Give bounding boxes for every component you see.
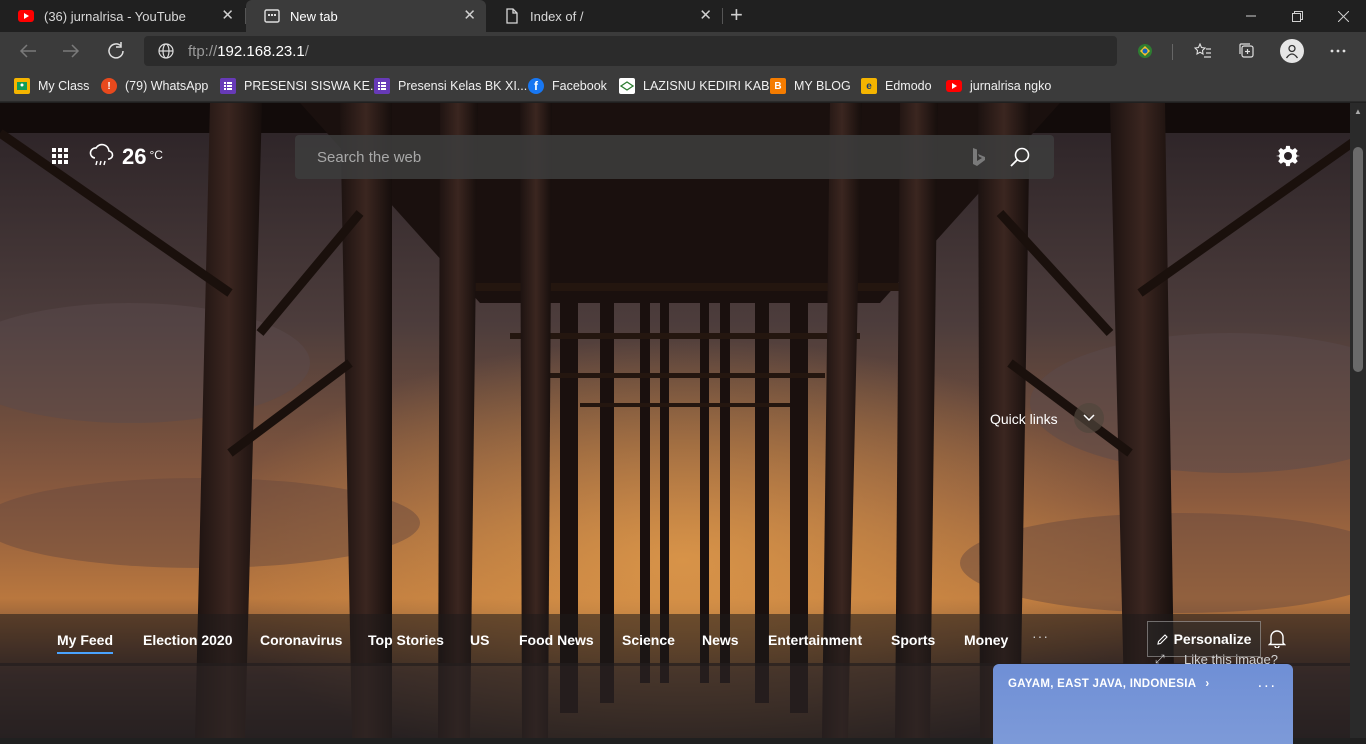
- bookmark-lazisnu[interactable]: LAZISNU KEDIRI KAB: [619, 77, 769, 95]
- alert-icon: !: [101, 78, 117, 94]
- feed-tab-election-2020[interactable]: Election 2020: [143, 632, 233, 648]
- close-tab-icon[interactable]: ✕: [463, 8, 476, 24]
- scrollbar-thumb[interactable]: [1353, 147, 1363, 372]
- feed-tab-news[interactable]: News: [702, 632, 739, 648]
- new-tab-button[interactable]: +: [730, 4, 743, 26]
- document-icon: [504, 8, 520, 24]
- feed-more-button[interactable]: ···: [1032, 628, 1049, 644]
- refresh-button[interactable]: [104, 39, 128, 63]
- rain-cloud-icon: [88, 142, 114, 173]
- bookmark-label: (79) WhatsApp: [125, 79, 209, 93]
- youtube-icon: [946, 78, 962, 94]
- tab-new-tab[interactable]: New tab ✕: [246, 0, 486, 32]
- weather-unit: °C: [149, 148, 163, 162]
- browser-toolbar: ftp://192.168.23.1/: [0, 32, 1366, 70]
- feed-tab-top-stories[interactable]: Top Stories: [368, 632, 444, 648]
- close-tab-icon[interactable]: ✕: [221, 8, 234, 24]
- favorites-icon[interactable]: [1192, 40, 1214, 62]
- youtube-icon: [18, 8, 34, 24]
- feed-tab-coronavirus[interactable]: Coronavirus: [260, 632, 342, 648]
- card-more-button[interactable]: ...: [1258, 674, 1277, 692]
- bookmark-facebook[interactable]: f Facebook: [528, 77, 607, 95]
- notification-bell-icon[interactable]: [1267, 628, 1287, 653]
- search-icon[interactable]: [1009, 146, 1031, 173]
- web-search-box[interactable]: Search the web: [295, 135, 1054, 179]
- tab-title: Index of /: [530, 8, 584, 24]
- address-url: ftp://192.168.23.1/: [188, 43, 309, 60]
- bookmark-label: LAZISNU KEDIRI KAB: [643, 79, 770, 93]
- search-placeholder: Search the web: [317, 149, 422, 166]
- tab-title: (36) jurnalrisa - YouTube: [44, 8, 186, 24]
- weather-widget[interactable]: 26 °C: [88, 142, 163, 172]
- toolbar-divider: [1172, 44, 1173, 60]
- tab-divider: [722, 8, 723, 24]
- bing-logo-icon: [971, 147, 987, 172]
- bookmark-jurnalrisa[interactable]: jurnalrisa ngko: [946, 77, 1051, 95]
- new-tab-page-icon: [264, 8, 280, 24]
- feed-tab-my-feed[interactable]: My Feed: [57, 632, 114, 654]
- bookmark-my-class[interactable]: My Class: [14, 77, 89, 95]
- form-icon: [374, 78, 390, 94]
- location-text: GAYAM, EAST JAVA, INDONESIA: [1008, 678, 1196, 690]
- feed-tab-money[interactable]: Money: [964, 632, 1008, 648]
- bookmark-edmodo[interactable]: e Edmodo: [861, 77, 932, 95]
- collections-icon[interactable]: [1236, 40, 1258, 62]
- bookmark-my-blog[interactable]: B MY BLOG: [770, 77, 851, 95]
- bookmark-label: My Class: [38, 79, 90, 93]
- close-tab-icon[interactable]: ✕: [699, 8, 712, 24]
- location-weather-card[interactable]: GAYAM, EAST JAVA, INDONESIA › ...: [993, 664, 1293, 744]
- feed-tab-science[interactable]: Science: [622, 632, 675, 648]
- form-icon: [220, 78, 236, 94]
- page-settings-gear-icon[interactable]: [1276, 144, 1300, 175]
- feed-tab-entertainment[interactable]: Entertainment: [768, 632, 862, 648]
- close-window-button[interactable]: [1320, 0, 1366, 32]
- bookmark-label: Edmodo: [885, 79, 932, 93]
- more-menu-icon[interactable]: [1327, 40, 1349, 62]
- scroll-up-icon[interactable]: ▲: [1354, 107, 1362, 116]
- url-path: /: [304, 43, 309, 60]
- page-scrollbar[interactable]: ▲: [1350, 103, 1366, 738]
- chevron-down-icon: [1083, 409, 1095, 427]
- blogger-icon: B: [770, 78, 786, 94]
- forward-button[interactable]: [59, 39, 83, 63]
- profile-avatar-icon[interactable]: [1280, 39, 1304, 63]
- weather-temperature: 26: [122, 144, 147, 169]
- site-icon: [619, 78, 635, 94]
- minimize-button[interactable]: [1228, 0, 1274, 32]
- tab-youtube[interactable]: (36) jurnalrisa - YouTube ✕: [0, 0, 244, 32]
- bookmark-whatsapp[interactable]: ! (79) WhatsApp: [101, 77, 208, 95]
- classroom-icon: [14, 78, 30, 94]
- feed-tab-us[interactable]: US: [470, 632, 489, 648]
- bookmark-label: PRESENSI SISWA KE...: [244, 79, 381, 93]
- globe-icon: [158, 43, 174, 64]
- edmodo-icon: e: [861, 78, 877, 94]
- location-label[interactable]: GAYAM, EAST JAVA, INDONESIA ›: [1008, 678, 1210, 690]
- bookmarks-bar: My Class ! (79) WhatsApp PRESENSI SISWA …: [0, 70, 1366, 102]
- tab-strip: (36) jurnalrisa - YouTube ✕ New tab ✕ In…: [0, 0, 1366, 32]
- tab-index[interactable]: Index of / ✕: [486, 0, 722, 32]
- quick-links-label: Quick links: [990, 411, 1058, 427]
- facebook-icon: f: [528, 78, 544, 94]
- url-host: 192.168.23.1: [217, 43, 305, 60]
- pencil-icon: [1156, 633, 1168, 645]
- bookmark-label: Facebook: [552, 79, 607, 93]
- bookmark-presensi-kelas[interactable]: Presensi Kelas BK XI...: [374, 77, 527, 95]
- extension-icon[interactable]: [1134, 40, 1156, 62]
- address-bar[interactable]: ftp://192.168.23.1/: [144, 36, 1117, 66]
- feed-tab-sports[interactable]: Sports: [891, 632, 935, 648]
- app-launcher-icon[interactable]: [52, 148, 68, 164]
- chevron-right-icon: ›: [1205, 678, 1210, 690]
- personalize-label: Personalize: [1173, 631, 1252, 647]
- feed-tab-food-news[interactable]: Food News: [519, 632, 594, 648]
- restore-button[interactable]: [1274, 0, 1320, 32]
- back-button[interactable]: [16, 39, 40, 63]
- bookmark-presensi-siswa[interactable]: PRESENSI SISWA KE...: [220, 77, 380, 95]
- tab-title: New tab: [290, 8, 338, 24]
- bookmark-label: Presensi Kelas BK XI...: [398, 79, 528, 93]
- quick-links-toggle[interactable]: [1074, 403, 1104, 433]
- bookmark-label: jurnalrisa ngko: [970, 79, 1052, 93]
- url-scheme: ftp://: [188, 43, 218, 60]
- bookmark-label: MY BLOG: [794, 79, 851, 93]
